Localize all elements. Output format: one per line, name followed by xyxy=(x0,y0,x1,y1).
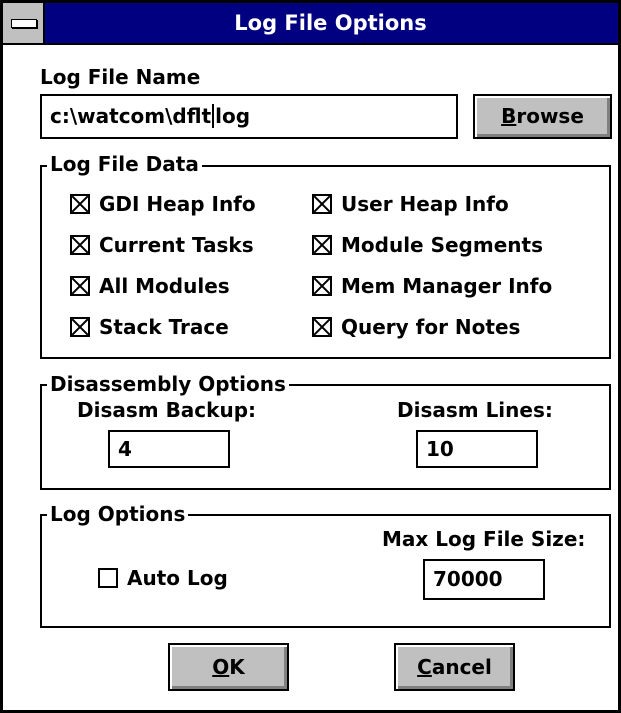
cancel-button[interactable]: Cancel xyxy=(394,643,515,691)
browse-label-rest: rowse xyxy=(516,104,584,128)
checkbox-checked-icon xyxy=(312,194,332,214)
log-file-name-label: Log File Name xyxy=(40,65,201,89)
disasm-backup-label: Disasm Backup: xyxy=(77,398,257,422)
checkbox-checked-icon xyxy=(70,317,90,337)
system-menu-icon xyxy=(11,19,37,28)
checkbox-checked-icon xyxy=(312,276,332,296)
checkbox-checked-icon xyxy=(70,235,90,255)
current-tasks-label: Current Tasks xyxy=(99,233,254,257)
user-heap-info-label: User Heap Info xyxy=(341,192,509,216)
dialog-title: Log File Options xyxy=(234,11,427,35)
stack-trace-checkbox[interactable]: Stack Trace xyxy=(70,314,229,340)
browse-button[interactable]: Browse xyxy=(473,94,612,139)
auto-log-label: Auto Log xyxy=(127,566,228,590)
checkbox-checked-icon xyxy=(312,317,332,337)
mem-manager-info-checkbox[interactable]: Mem Manager Info xyxy=(312,273,552,299)
auto-log-checkbox[interactable]: Auto Log xyxy=(98,565,228,591)
disasm-backup-input[interactable]: 4 xyxy=(108,430,230,468)
text-caret xyxy=(212,104,215,128)
stack-trace-label: Stack Trace xyxy=(99,315,229,339)
checkbox-checked-icon xyxy=(70,276,90,296)
gdi-heap-info-label: GDI Heap Info xyxy=(99,192,256,216)
checkbox-checked-icon xyxy=(312,235,332,255)
module-segments-checkbox[interactable]: Module Segments xyxy=(312,232,543,258)
ok-button[interactable]: OK xyxy=(168,643,289,691)
disasm-lines-label: Disasm Lines: xyxy=(397,398,553,422)
disasm-lines-input[interactable]: 10 xyxy=(416,430,538,468)
all-modules-label: All Modules xyxy=(99,274,230,298)
log-file-data-legend: Log File Data xyxy=(47,152,202,176)
log-file-options-dialog: Log File Options Log File Name c:\watcom… xyxy=(0,0,621,713)
checkbox-unchecked-icon xyxy=(98,568,118,588)
gdi-heap-info-checkbox[interactable]: GDI Heap Info xyxy=(70,191,256,217)
max-log-file-size-input[interactable]: 70000 xyxy=(423,559,545,600)
query-for-notes-checkbox[interactable]: Query for Notes xyxy=(312,314,520,340)
max-log-file-size-label: Max Log File Size: xyxy=(382,527,586,551)
module-segments-label: Module Segments xyxy=(341,233,543,257)
log-options-legend: Log Options xyxy=(47,502,189,526)
log-file-name-value-part1: c:\watcom\dflt xyxy=(50,104,212,128)
checkbox-checked-icon xyxy=(70,194,90,214)
current-tasks-checkbox[interactable]: Current Tasks xyxy=(70,232,254,258)
ok-label-rest: K xyxy=(229,655,245,679)
log-file-name-input[interactable]: c:\watcom\dflt log xyxy=(40,94,458,139)
log-file-name-value-part2: log xyxy=(215,104,251,128)
query-for-notes-label: Query for Notes xyxy=(341,315,521,339)
mem-manager-info-label: Mem Manager Info xyxy=(341,274,553,298)
user-heap-info-checkbox[interactable]: User Heap Info xyxy=(312,191,509,217)
cancel-accel: C xyxy=(417,655,432,679)
cancel-label-rest: ancel xyxy=(431,655,492,679)
disassembly-options-legend: Disassembly Options xyxy=(47,372,289,396)
browse-accel: B xyxy=(501,104,517,128)
ok-accel: O xyxy=(212,655,230,679)
title-bar: Log File Options xyxy=(3,3,618,45)
system-menu-button[interactable] xyxy=(3,3,45,43)
all-modules-checkbox[interactable]: All Modules xyxy=(70,273,230,299)
